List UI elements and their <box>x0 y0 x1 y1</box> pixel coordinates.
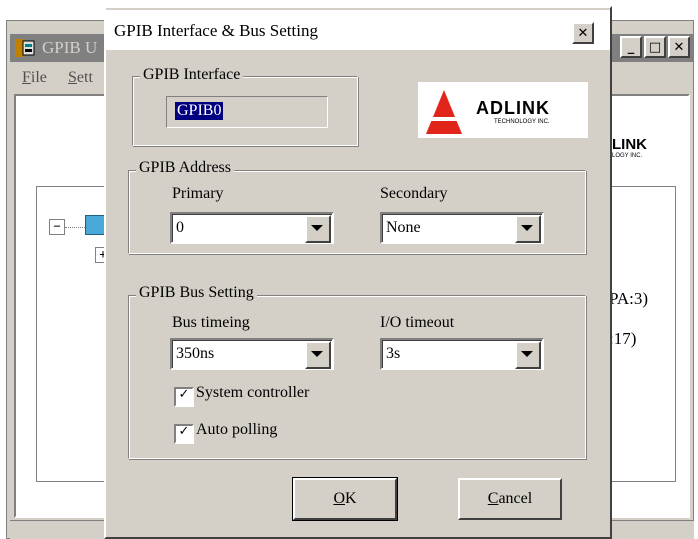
chevron-down-icon[interactable] <box>305 341 331 369</box>
interface-field[interactable]: GPIB0 <box>166 96 328 128</box>
primary-address-select[interactable]: 0 <box>170 212 334 244</box>
bus-timing-select[interactable]: 350ns <box>170 338 334 370</box>
main-window-title: GPIB U <box>42 38 98 57</box>
io-timeout-select[interactable]: 3s <box>380 338 544 370</box>
secondary-address-value: None <box>386 219 421 236</box>
close-button[interactable]: ✕ <box>668 36 690 58</box>
secondary-label: Secondary <box>380 185 448 202</box>
menu-file[interactable]: File <box>22 69 47 87</box>
minimize-button[interactable]: _ <box>620 36 642 58</box>
tree-connector <box>65 227 85 228</box>
address-group-legend: GPIB Address <box>136 159 235 177</box>
dialog-close-button[interactable]: ✕ <box>572 22 594 44</box>
auto-polling-label[interactable]: Auto polling <box>196 421 277 439</box>
main-logo-fragment: LINK LOGY INC. <box>612 136 647 159</box>
system-controller-checkbox[interactable]: ✓ <box>174 387 194 407</box>
adlink-logo-text: ADLINK <box>476 98 550 118</box>
tree-collapse-toggle[interactable]: − <box>49 219 65 235</box>
cancel-button[interactable]: Cancel <box>458 478 562 520</box>
interface-group-legend: GPIB Interface <box>140 66 244 84</box>
primary-address-value: 0 <box>176 219 184 236</box>
tree-item-1-fragment[interactable]: PA:3) <box>609 289 648 309</box>
chevron-down-icon[interactable] <box>305 215 331 243</box>
adlink-logo: ADLINK TECHNOLOGY INC. <box>418 82 588 138</box>
cancel-label-rest: ancel <box>498 490 533 507</box>
dialog-title: GPIB Interface & Bus Setting <box>114 21 318 40</box>
bus-setting-group-legend: GPIB Bus Setting <box>136 284 257 302</box>
cancel-mnemonic: C <box>487 490 499 507</box>
auto-polling-checkbox[interactable]: ✓ <box>174 424 194 444</box>
interface-value: GPIB0 <box>175 102 224 120</box>
ok-label-rest: K <box>345 490 357 507</box>
chevron-down-icon[interactable] <box>515 215 541 243</box>
bus-timing-value: 350ns <box>176 345 215 362</box>
tree-item-2-fragment[interactable]: :17) <box>609 329 636 349</box>
io-timeout-value: 3s <box>386 345 401 362</box>
maximize-button[interactable]: □ <box>644 36 666 58</box>
app-icon <box>14 37 36 59</box>
adlink-logo-mark <box>426 90 462 134</box>
primary-label: Primary <box>172 185 224 202</box>
bus-timing-label: Bus timeing <box>172 314 250 331</box>
secondary-address-select[interactable]: None <box>380 212 544 244</box>
menu-settings[interactable]: Sett <box>68 69 93 87</box>
chevron-down-icon[interactable] <box>515 341 541 369</box>
ok-mnemonic: O <box>333 490 345 507</box>
ok-button[interactable]: OK <box>292 477 398 521</box>
adlink-logo-tagline: TECHNOLOGY INC. <box>494 119 550 125</box>
system-controller-label[interactable]: System controller <box>196 384 309 402</box>
io-timeout-label: I/O timeout <box>380 314 455 331</box>
